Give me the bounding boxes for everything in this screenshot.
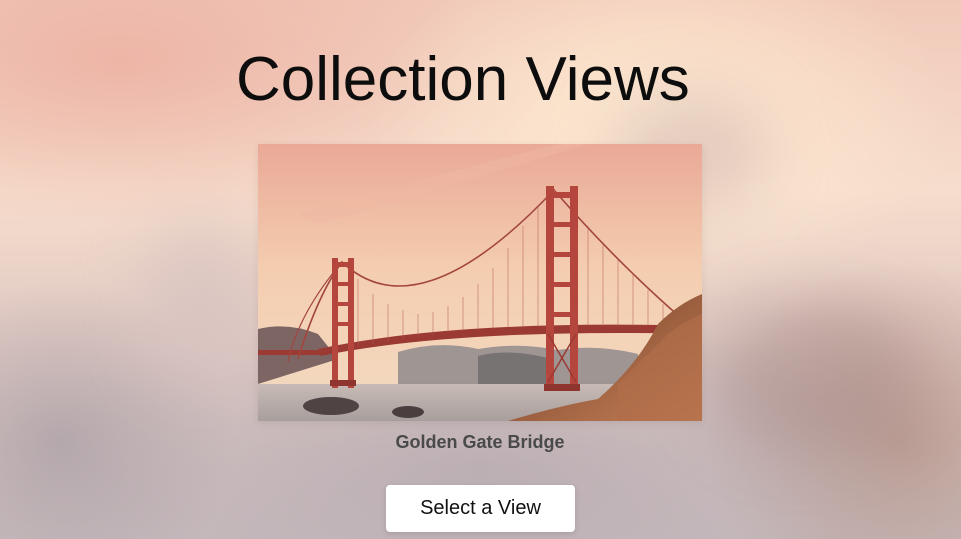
image-caption: Golden Gate Bridge xyxy=(395,432,565,452)
select-a-view-button[interactable]: Select a View xyxy=(386,485,575,532)
golden-gate-bridge-photo xyxy=(258,144,702,421)
background-blur-shape xyxy=(140,220,260,380)
page-title: Collection Views xyxy=(236,45,690,114)
background-blur-shape xyxy=(700,300,920,450)
featured-image-card[interactable] xyxy=(258,144,702,421)
